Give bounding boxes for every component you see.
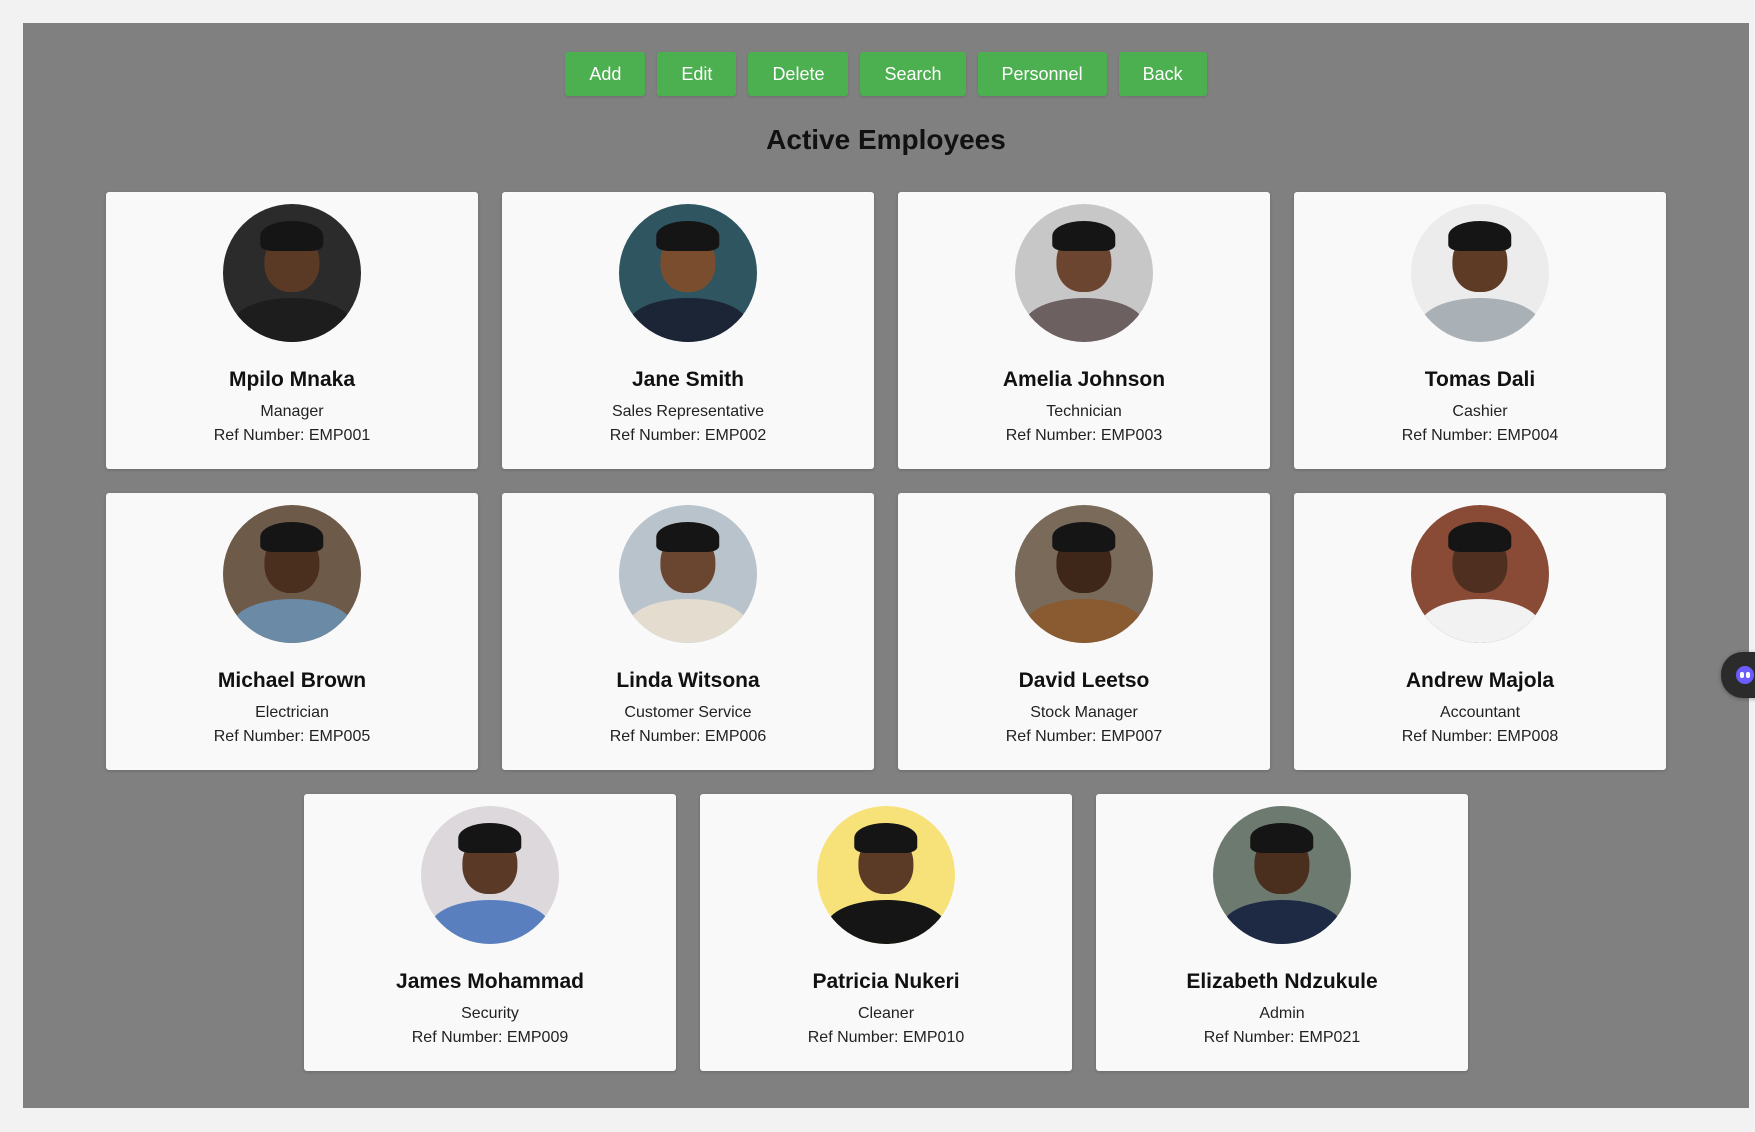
employee-role: Customer Service (624, 704, 752, 721)
employee-ref-number: Ref Number: EMP009 (411, 1029, 569, 1046)
employee-name: Andrew Majola (1405, 669, 1555, 692)
employee-card[interactable]: Amelia Johnson Technician Ref Number: EM… (898, 192, 1270, 469)
employee-ref-number: Ref Number: EMP003 (1005, 427, 1163, 444)
employee-card[interactable]: Andrew Majola Accountant Ref Number: EMP… (1294, 493, 1666, 770)
employee-name: David Leetso (1018, 669, 1150, 692)
employee-role: Security (461, 1005, 519, 1022)
employee-card[interactable]: James Mohammad Security Ref Number: EMP0… (304, 794, 676, 1071)
employee-name: Michael Brown (217, 669, 367, 692)
employee-card[interactable]: Mpilo Mnaka Manager Ref Number: EMP001 (106, 192, 478, 469)
personnel-button[interactable]: Personnel (977, 52, 1107, 96)
employee-role: Electrician (255, 704, 329, 721)
employee-role: Sales Representative (611, 403, 765, 420)
employee-card[interactable]: Michael Brown Electrician Ref Number: EM… (106, 493, 478, 770)
employee-ref-number: Ref Number: EMP008 (1401, 728, 1559, 745)
employee-name: Elizabeth Ndzukule (1186, 970, 1378, 993)
employee-photo (223, 505, 361, 643)
add-button[interactable]: Add (565, 52, 646, 96)
delete-button[interactable]: Delete (748, 52, 849, 96)
employee-ref-number: Ref Number: EMP002 (609, 427, 767, 444)
employee-name: Mpilo Mnaka (228, 368, 355, 391)
page-title: Active Employees (766, 124, 1006, 155)
employee-photo (1213, 806, 1351, 944)
employee-ref-number: Ref Number: EMP004 (1401, 427, 1559, 444)
employee-role: Accountant (1439, 704, 1521, 721)
employee-photo (1411, 204, 1549, 342)
employee-photo (817, 806, 955, 944)
employee-photo (421, 806, 559, 944)
main-panel: Add Edit Delete Search Personnel Back Ac… (23, 23, 1749, 1108)
employee-photo (619, 505, 757, 643)
employee-ref-number: Ref Number: EMP010 (807, 1029, 965, 1046)
employee-card[interactable]: Linda Witsona Customer Service Ref Numbe… (502, 493, 874, 770)
employee-role: Cleaner (857, 1005, 915, 1022)
employee-name: Tomas Dali (1424, 368, 1536, 391)
employee-card[interactable]: Patricia Nukeri Cleaner Ref Number: EMP0… (700, 794, 1072, 1071)
back-button[interactable]: Back (1118, 52, 1207, 96)
edit-button[interactable]: Edit (657, 52, 737, 96)
employee-photo (1411, 505, 1549, 643)
employee-role: Manager (260, 403, 324, 420)
employee-role: Technician (1046, 403, 1122, 420)
employee-card[interactable]: Elizabeth Ndzukule Admin Ref Number: EMP… (1096, 794, 1468, 1071)
employee-ref-number: Ref Number: EMP001 (213, 427, 371, 444)
employee-name: Patricia Nukeri (812, 970, 960, 993)
employee-ref-number: Ref Number: EMP007 (1005, 728, 1163, 745)
employee-ref-number: Ref Number: EMP021 (1203, 1029, 1361, 1046)
employee-role: Admin (1259, 1005, 1305, 1022)
employee-photo (223, 204, 361, 342)
assistant-widget-button[interactable] (1721, 652, 1755, 698)
search-button[interactable]: Search (860, 52, 966, 96)
employee-photo (1015, 505, 1153, 643)
employee-ref-number: Ref Number: EMP005 (213, 728, 371, 745)
toolbar: Add Edit Delete Search Personnel Back (23, 52, 1749, 96)
employee-card[interactable]: Tomas Dali Cashier Ref Number: EMP004 (1294, 192, 1666, 469)
employee-name: Jane Smith (631, 368, 745, 391)
employee-grid: Mpilo Mnaka Manager Ref Number: EMP001 J… (23, 192, 1749, 1071)
employee-photo (1015, 204, 1153, 342)
employee-name: James Mohammad (396, 970, 584, 993)
employee-photo (619, 204, 757, 342)
assistant-icon (1736, 666, 1754, 684)
employee-card[interactable]: Jane Smith Sales Representative Ref Numb… (502, 192, 874, 469)
employee-name: Linda Witsona (616, 669, 760, 692)
employee-role: Cashier (1452, 403, 1508, 420)
employee-name: Amelia Johnson (1002, 368, 1166, 391)
employee-role: Stock Manager (1030, 704, 1138, 721)
employee-card[interactable]: David Leetso Stock Manager Ref Number: E… (898, 493, 1270, 770)
employee-ref-number: Ref Number: EMP006 (609, 728, 767, 745)
